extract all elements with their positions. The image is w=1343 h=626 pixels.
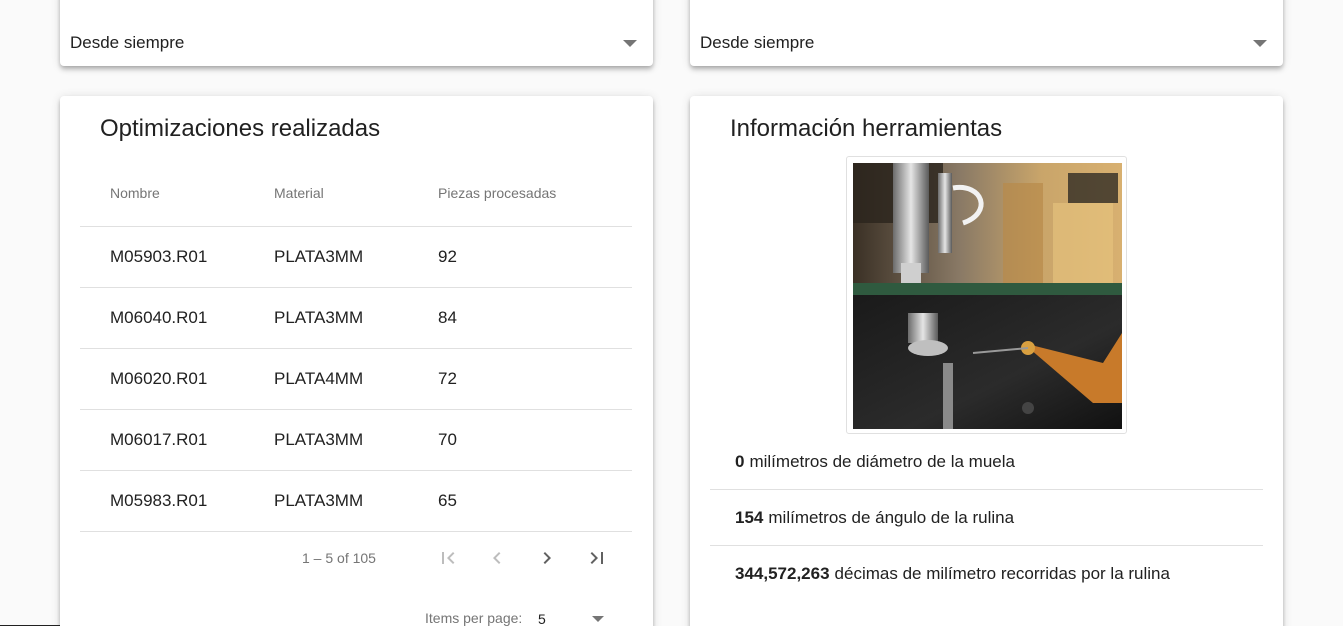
chevron-right-icon [543,552,551,564]
machine-tool-photo [853,163,1122,429]
info-text: milímetros de ángulo de la rulina [768,507,1015,527]
dropdown-arrow-icon [1253,39,1267,47]
last-page-icon [590,552,603,564]
list-item: 154 milímetros de ángulo de la rulina [710,490,1263,546]
filter-card-right: Desde siempre [690,0,1283,66]
column-header-pieces[interactable]: Piezas procesadas [438,185,618,201]
cell-material: PLATA3MM [274,491,364,510]
cell-name: M05983.R01 [110,491,208,510]
list-item: 344,572,263 décimas de milímetro recorri… [710,546,1263,602]
chevron-left-icon [493,552,501,564]
cell-pieces: 72 [438,369,457,388]
cell-material: PLATA3MM [274,247,364,266]
previous-page-button[interactable] [479,540,515,576]
tools-title: Información herramientas [730,115,1003,142]
table-row[interactable]: M05983.R01 PLATA3MM 65 [80,471,632,532]
cell-name: M05903.R01 [110,247,208,266]
cell-name: M06017.R01 [110,430,208,449]
period-select-right-value: Desde siempre [700,33,815,52]
items-per-page-label: Items per page: [425,610,523,626]
optimizations-table: Nombre Material Piezas procesadas M05903… [80,160,632,532]
next-page-button[interactable] [529,540,565,576]
tools-info-list: 0 milímetros de diámetro de la muela 154… [710,434,1263,602]
list-item: 0 milímetros de diámetro de la muela [710,434,1263,490]
paginator-range-label: 1 – 5 of 105 [302,550,376,566]
first-page-button[interactable] [430,540,466,576]
period-select-left-value: Desde siempre [70,33,185,52]
last-page-button[interactable] [579,540,615,576]
cell-material: PLATA4MM [274,369,364,388]
tool-image-frame [846,156,1127,434]
cell-material: PLATA3MM [274,430,364,449]
table-row[interactable]: M06020.R01 PLATA4MM 72 [80,349,632,410]
period-select-left[interactable]: Desde siempre [70,30,637,56]
info-value: 154 [735,507,764,527]
filter-card-left: Desde siempre [60,0,653,66]
cell-material: PLATA3MM [274,308,364,327]
table-header: Nombre Material Piezas procesadas [80,160,632,227]
first-page-icon [442,552,455,564]
dropdown-arrow-icon [592,616,604,622]
info-value: 0 [735,451,745,471]
column-header-material[interactable]: Material [274,185,438,201]
info-value: 344,572,263 [735,564,830,583]
tools-info-card: Información herramientas 0 milímetros de… [690,96,1283,626]
items-per-page-value: 5 [538,611,546,626]
info-text: décimas de milímetro recorridas por la r… [834,564,1170,583]
optimizations-card: Optimizaciones realizadas Nombre Materia… [60,96,653,626]
dropdown-arrow-icon [623,39,637,47]
period-select-right[interactable]: Desde siempre [700,30,1267,56]
cell-name: M06020.R01 [110,369,208,388]
table-row[interactable]: M06017.R01 PLATA3MM 70 [80,410,632,471]
cell-pieces: 70 [438,430,457,449]
info-text: milímetros de diámetro de la muela [749,451,1015,471]
cell-pieces: 84 [438,308,457,327]
cell-pieces: 65 [438,491,457,510]
cell-name: M06040.R01 [110,308,208,327]
column-header-name[interactable]: Nombre [110,185,274,201]
cell-pieces: 92 [438,247,457,266]
items-per-page-select[interactable]: 5 [538,608,604,626]
table-row[interactable]: M05903.R01 PLATA3MM 92 [80,227,632,288]
optimizations-title: Optimizaciones realizadas [100,115,381,142]
table-row[interactable]: M06040.R01 PLATA3MM 84 [80,288,632,349]
